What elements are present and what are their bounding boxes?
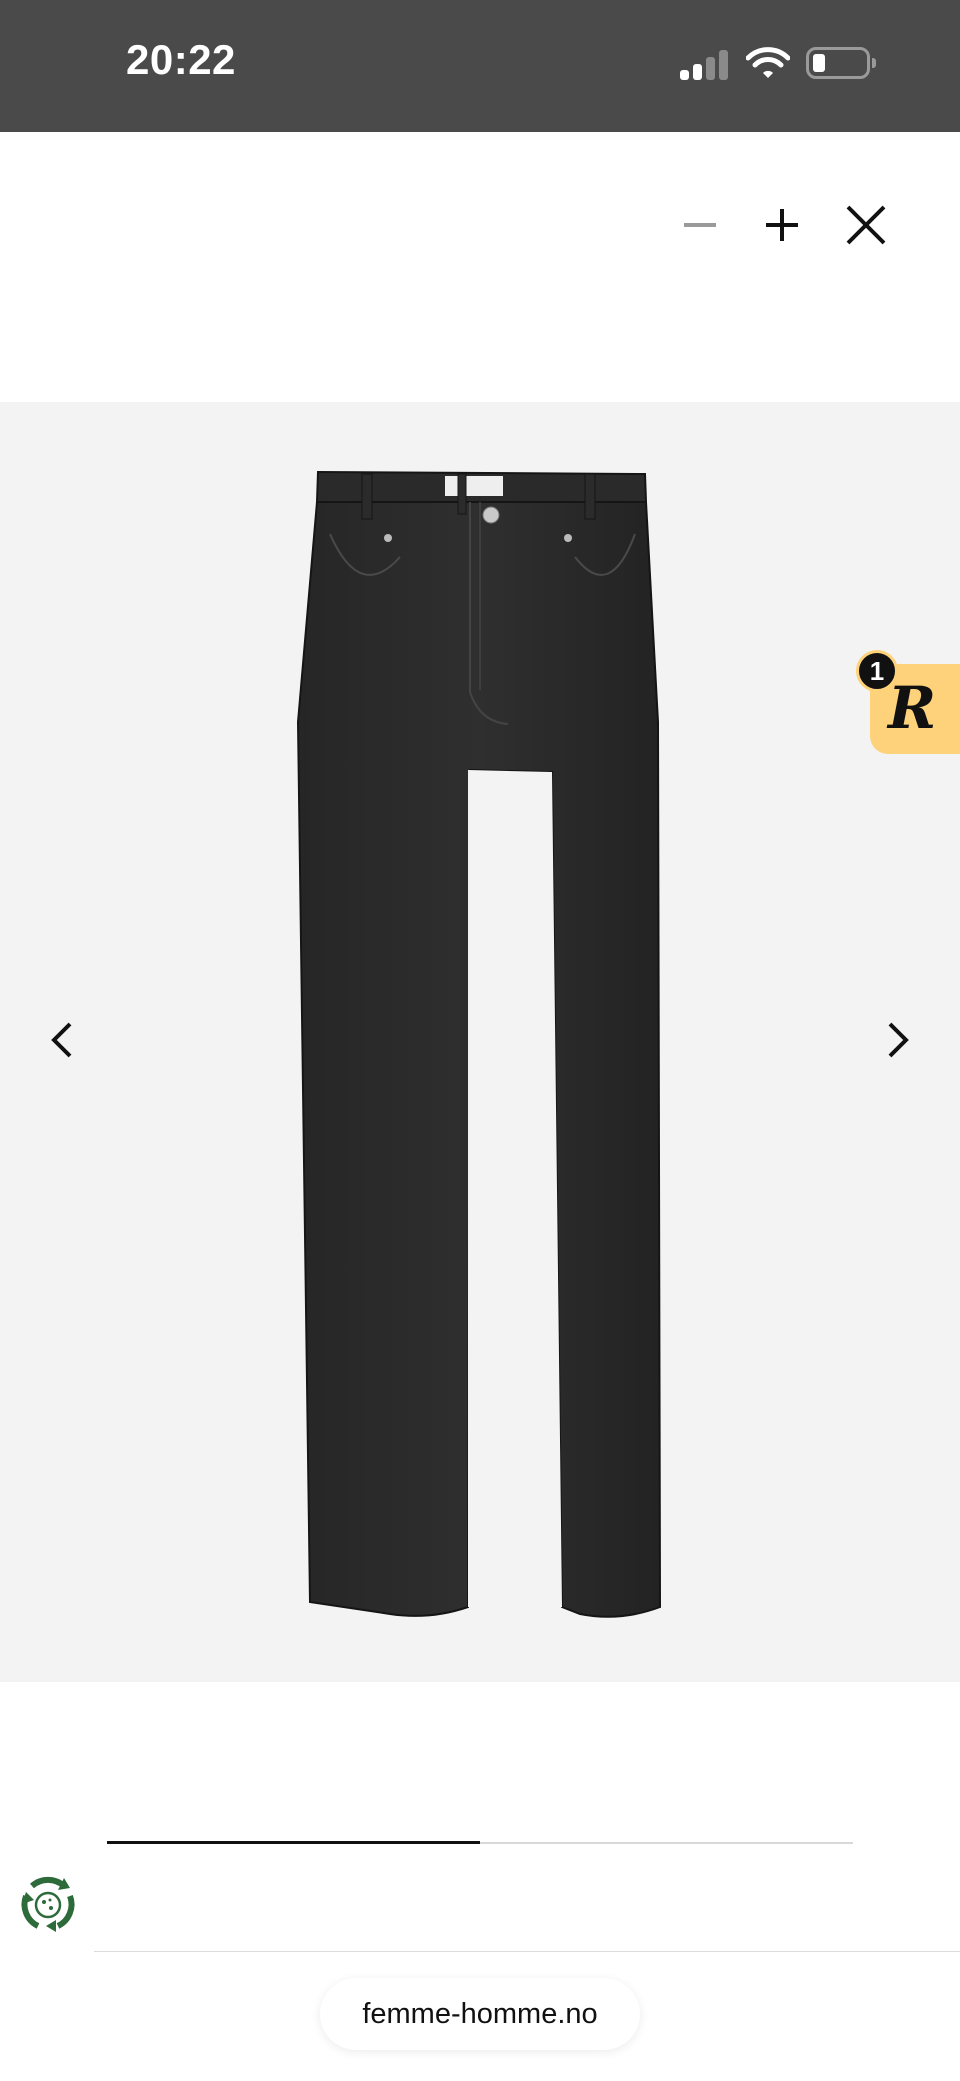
zoom-in-button[interactable]	[752, 195, 812, 255]
chevron-right-icon[interactable]	[868, 1010, 928, 1070]
product-image	[296, 470, 662, 1618]
divider	[94, 1951, 960, 1952]
close-button[interactable]	[836, 195, 896, 255]
status-time: 20:22	[126, 36, 236, 83]
rewards-logo: R	[888, 674, 937, 742]
recycle-icon[interactable]	[12, 1868, 84, 1940]
url-bar[interactable]: femme-homme.no	[320, 1978, 640, 2050]
chevron-left-icon[interactable]	[32, 1010, 92, 1070]
gallery-progress-fill	[107, 1841, 480, 1844]
zoom-out-button[interactable]	[670, 195, 730, 255]
gallery-progress-track	[107, 1841, 853, 1844]
viewer-toolbar	[0, 132, 960, 403]
battery-icon	[806, 47, 876, 79]
wifi-icon	[746, 47, 790, 78]
status-bar: 20:22	[0, 0, 960, 132]
signal-icon	[680, 50, 730, 80]
rewards-count-badge: 1	[856, 650, 898, 692]
